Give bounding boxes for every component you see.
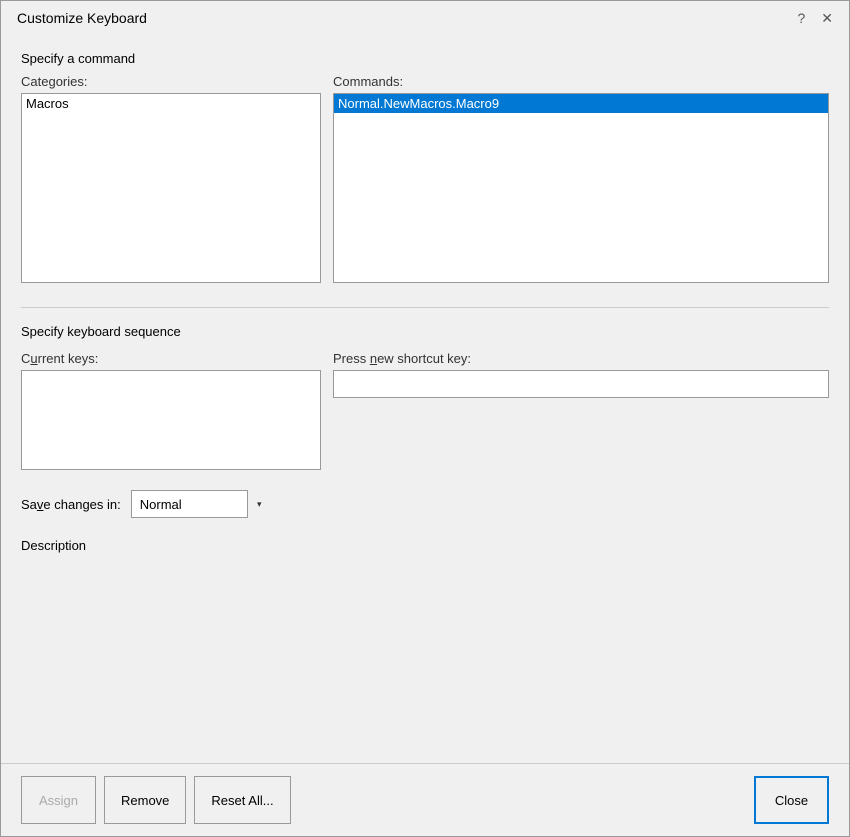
- shortcut-col: Press new shortcut key:: [333, 351, 829, 470]
- current-keys-label: Current keys:: [21, 351, 321, 366]
- commands-listbox[interactable]: Normal.NewMacros.Macro9: [333, 93, 829, 283]
- keyboard-sequence-label: Specify keyboard sequence: [21, 324, 829, 339]
- save-changes-dropdown[interactable]: Normal Document1: [131, 490, 271, 518]
- save-changes-dropdown-wrapper: Normal Document1 ▾: [131, 490, 271, 518]
- title-bar: Customize Keyboard ? ✕: [1, 1, 849, 35]
- spacer: [21, 569, 829, 751]
- current-keys-listbox-wrapper: [21, 370, 321, 470]
- specify-command-label: Specify a command: [21, 51, 829, 66]
- current-keys-col: Current keys:: [21, 351, 321, 470]
- command-row: Categories: Macros Commands: Normal.NewM…: [21, 74, 829, 283]
- description-label: Description: [21, 538, 829, 553]
- commands-item-macro9[interactable]: Normal.NewMacros.Macro9: [334, 94, 828, 113]
- keyboard-row: Current keys: Press new shortcut key:: [21, 351, 829, 470]
- button-bar: Assign Remove Reset All... Close: [1, 764, 849, 836]
- title-bar-right: ? ✕: [793, 9, 837, 27]
- categories-label: Categories:: [21, 74, 321, 89]
- press-shortcut-label: Press new shortcut key:: [333, 351, 829, 366]
- separator-1: [21, 307, 829, 308]
- commands-listbox-wrapper: Normal.NewMacros.Macro9: [333, 93, 829, 283]
- keyboard-section: Specify keyboard sequence Current keys: …: [21, 324, 829, 470]
- categories-listbox[interactable]: Macros: [21, 93, 321, 283]
- title-bar-left: Customize Keyboard: [17, 10, 147, 26]
- save-changes-row: Save changes in: Normal Document1 ▾: [21, 490, 829, 518]
- current-keys-listbox[interactable]: [21, 370, 321, 470]
- close-button[interactable]: Close: [754, 776, 829, 824]
- dialog-title: Customize Keyboard: [17, 10, 147, 26]
- save-changes-label: Save changes in:: [21, 497, 121, 512]
- dialog-content: Specify a command Categories: Macros Com…: [1, 35, 849, 763]
- commands-label: Commands:: [333, 74, 829, 89]
- close-x-button[interactable]: ✕: [817, 9, 837, 27]
- assign-button[interactable]: Assign: [21, 776, 96, 824]
- shortcut-input[interactable]: [333, 370, 829, 398]
- reset-all-button[interactable]: Reset All...: [194, 776, 290, 824]
- help-button[interactable]: ?: [793, 9, 809, 27]
- description-section: Description: [21, 538, 829, 553]
- commands-col: Commands: Normal.NewMacros.Macro9: [333, 74, 829, 283]
- remove-button[interactable]: Remove: [104, 776, 186, 824]
- customize-keyboard-dialog: Customize Keyboard ? ✕ Specify a command…: [0, 0, 850, 837]
- shortcut-input-wrapper: [333, 370, 829, 398]
- categories-col: Categories: Macros: [21, 74, 321, 283]
- categories-listbox-wrapper: Macros: [21, 93, 321, 283]
- button-bar-left: Assign Remove Reset All...: [21, 776, 291, 824]
- categories-item-macros[interactable]: Macros: [22, 94, 320, 113]
